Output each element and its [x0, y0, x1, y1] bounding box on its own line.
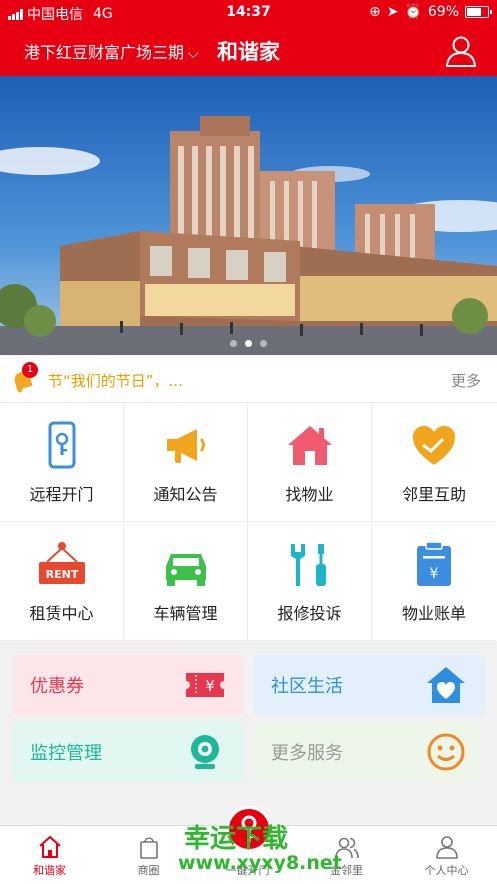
service-label: 找物业: [285, 485, 334, 504]
service-label: 物业账单: [401, 604, 466, 623]
community-home-icon: [427, 667, 465, 703]
tab-label: 和谐家: [33, 864, 66, 877]
smile-icon: [427, 733, 465, 771]
chevron-down-icon: ⌵: [188, 46, 199, 62]
service-label: 远程开门: [29, 485, 94, 504]
tab-home[interactable]: 和谐家: [0, 826, 99, 884]
home-icon: [38, 835, 61, 858]
heart-hand-icon: [413, 426, 455, 465]
tab-label: 个人中心: [424, 864, 469, 877]
wrench-screwdriver-icon: [291, 544, 326, 586]
card-label: 监控管理: [30, 743, 102, 764]
shopping-bag-icon: [139, 837, 158, 859]
coupon-yen-symbol: ¥: [205, 677, 215, 695]
card-coupon[interactable]: 优惠券 ¥: [12, 655, 244, 715]
community-selector[interactable]: 港下红豆财富广场三期 ⌵: [24, 39, 199, 63]
alarm-icon: ⏰: [404, 4, 422, 20]
community-name: 港下红豆财富广场三期: [24, 43, 185, 62]
phone-key-icon: [48, 421, 76, 469]
location-arrow-icon: ➤: [386, 4, 399, 20]
service-rental[interactable]: RENT 租赁中心: [0, 522, 124, 641]
tab-profile[interactable]: 个人中心: [396, 826, 497, 884]
card-more-services[interactable]: 更多服务: [253, 722, 485, 782]
service-label: 通知公告: [153, 485, 218, 504]
card-label: 更多服务: [271, 743, 343, 764]
key-icon: [241, 815, 257, 842]
battery-percent: 69%: [427, 4, 459, 20]
one-key-open-button[interactable]: [226, 806, 272, 852]
service-label: 车辆管理: [153, 604, 218, 623]
bill-icon: ¥: [417, 541, 451, 586]
lock-rotation-icon: ⊕: [368, 4, 381, 20]
service-repair[interactable]: 报修投诉: [248, 522, 372, 641]
service-label: 报修投诉: [277, 604, 342, 623]
notice-more-link[interactable]: 更多: [451, 370, 481, 391]
card-community-life[interactable]: 社区生活: [253, 655, 485, 715]
notice-badge: 1: [22, 362, 38, 378]
carousel-dot[interactable]: [230, 340, 237, 347]
service-grid: 远程开门 通知公告 找物业 邻里互助 RENT 租赁中心 车辆管理 报修投诉 ¥…: [0, 403, 497, 641]
notice-bar[interactable]: 1 节“我们的节日”，... 更多: [0, 356, 497, 403]
bill-yen-symbol: ¥: [430, 566, 439, 582]
banner-image: [0, 76, 497, 355]
carousel-dots[interactable]: [0, 340, 497, 347]
card-label: 社区生活: [271, 676, 343, 697]
page-title: 和谐家: [217, 40, 280, 64]
neighbors-icon: [334, 837, 359, 859]
coupon-icon: ¥: [186, 673, 224, 697]
banner-carousel[interactable]: [0, 76, 497, 355]
tab-label: 金邻里: [330, 864, 363, 877]
service-label: 邻里互助: [401, 485, 466, 504]
person-icon: [435, 836, 458, 859]
carousel-dot[interactable]: [260, 340, 267, 347]
app-header: 港下红豆财富广场三期 ⌵ 和谐家: [0, 26, 497, 76]
service-label: 租赁中心: [29, 604, 94, 623]
service-vehicle[interactable]: 车辆管理: [124, 522, 248, 641]
notice-text[interactable]: 节“我们的节日”，...: [48, 370, 183, 391]
tab-shopping[interactable]: 商圈: [99, 826, 198, 884]
megaphone-icon: [167, 429, 205, 463]
service-bill[interactable]: ¥ 物业账单: [372, 522, 496, 641]
service-remote-door[interactable]: 远程开门: [0, 403, 124, 522]
battery-icon: [465, 6, 492, 18]
rent-sign-icon: RENT: [39, 542, 85, 584]
carousel-dot-active[interactable]: [245, 340, 252, 347]
car-icon: [166, 554, 206, 586]
status-bar: 中国电信 4G 14:37 ⊕ ➤ ⏰ 69%: [0, 0, 497, 26]
service-neighbor-help[interactable]: 邻里互助: [372, 403, 496, 522]
rent-sign-text: RENT: [46, 568, 79, 581]
user-icon[interactable]: [445, 34, 477, 68]
card-monitoring[interactable]: 监控管理: [12, 722, 244, 782]
service-property[interactable]: 找物业: [248, 403, 372, 522]
tab-label: 一键开门: [225, 864, 270, 877]
house-icon: [288, 426, 332, 465]
service-notice[interactable]: 通知公告: [124, 403, 248, 522]
tab-label: 商圈: [137, 864, 160, 877]
tab-neighbors[interactable]: 金邻里: [297, 826, 396, 884]
camera-icon: [191, 735, 219, 769]
card-label: 优惠券: [30, 676, 84, 697]
